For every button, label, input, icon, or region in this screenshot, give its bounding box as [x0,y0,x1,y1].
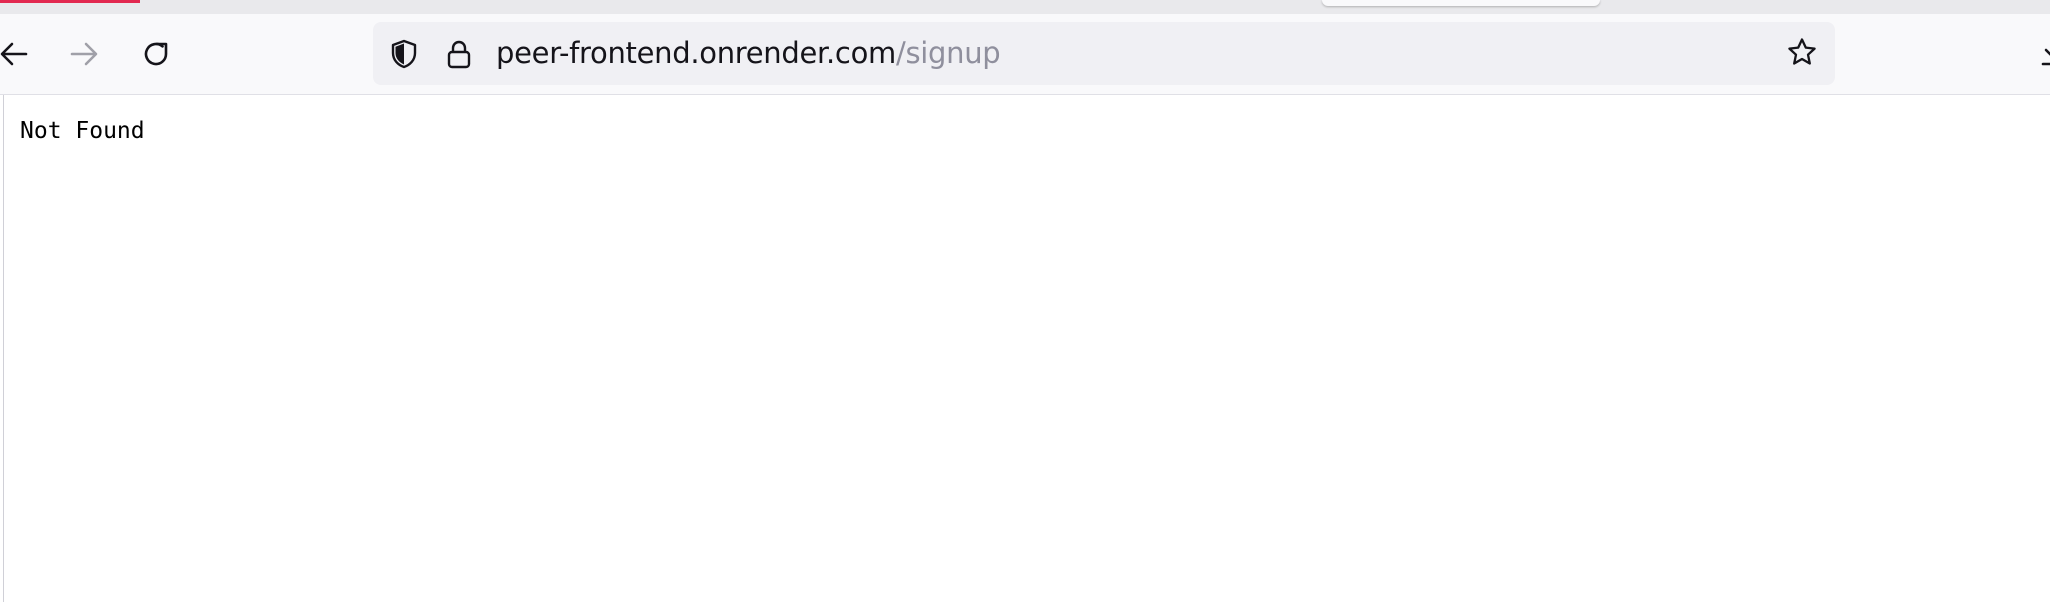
reload-icon [140,38,172,70]
reload-button[interactable] [130,28,182,80]
tab-strip [0,0,2050,14]
active-tab[interactable] [1322,0,1600,6]
bookmark-button[interactable] [1785,37,1819,71]
download-icon [2038,36,2050,72]
navigation-toolbar: peer-frontend.onrender.com/signup [0,14,2050,95]
not-found-message: Not Found [20,118,145,144]
url-host: peer-frontend.onrender.com [496,36,896,70]
forward-button[interactable] [58,28,110,80]
downloads-button[interactable] [2028,28,2050,80]
url-field[interactable]: peer-frontend.onrender.com/signup [496,22,1001,85]
star-icon [1786,36,1818,72]
arrow-left-icon [0,38,30,70]
address-bar[interactable]: peer-frontend.onrender.com/signup [373,22,1835,85]
shield-icon[interactable] [388,38,420,70]
back-button[interactable] [0,28,40,80]
lock-icon[interactable] [443,38,475,70]
arrow-right-icon [68,38,100,70]
page-content: Not Found [3,95,2050,602]
tab-indicator [0,0,140,3]
url-path: /signup [895,36,1001,70]
